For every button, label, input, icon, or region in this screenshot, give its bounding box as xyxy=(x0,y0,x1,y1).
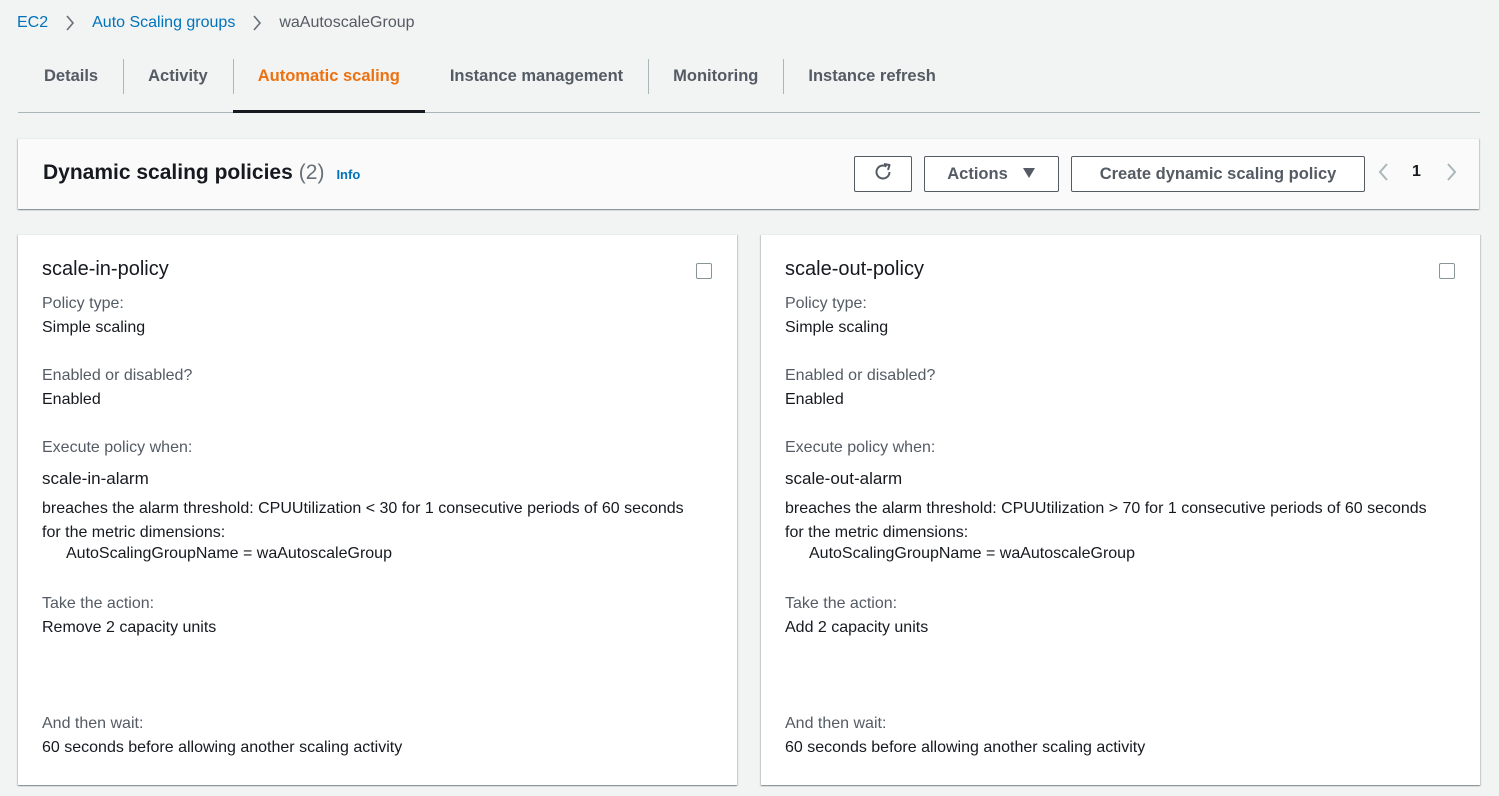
tab-automatic-scaling[interactable]: Automatic scaling xyxy=(232,56,425,113)
wait-value: 60 seconds before allowing another scali… xyxy=(785,739,1146,756)
chevron-right-icon xyxy=(1446,162,1458,187)
alarm-dimension: AutoScalingGroupName = waAutoscaleGroup xyxy=(66,545,392,562)
then-wait-label: And then wait: xyxy=(42,715,144,732)
caret-down-icon xyxy=(1022,165,1036,184)
take-action-label: Take the action: xyxy=(785,595,898,612)
alarm-dimension: AutoScalingGroupName = waAutoscaleGroup xyxy=(809,545,1135,562)
execute-when-label: Execute policy when: xyxy=(42,439,193,456)
chevron-left-icon xyxy=(1377,162,1389,187)
policy-select-checkbox[interactable] xyxy=(696,263,712,279)
alarm-threshold: breaches the alarm threshold: CPUUtiliza… xyxy=(785,500,1427,541)
enabled-label: Enabled or disabled? xyxy=(42,367,193,384)
wait-value: 60 seconds before allowing another scali… xyxy=(42,739,403,756)
tab-label: Instance management xyxy=(449,66,624,85)
page-title: Dynamic scaling policies (2) Info xyxy=(43,161,360,185)
tab-bar: Details Activity Automatic scaling Insta… xyxy=(18,56,1480,113)
tab-instance-management[interactable]: Instance management xyxy=(425,56,648,112)
create-dynamic-scaling-policy-button[interactable]: Create dynamic scaling policy xyxy=(1071,156,1365,192)
then-wait-label: And then wait: xyxy=(785,715,887,732)
breadcrumb: EC2 Auto Scaling groups waAutoscaleGroup xyxy=(17,12,415,34)
policy-type-value: Simple scaling xyxy=(42,319,146,336)
breadcrumb-ec2-link[interactable]: EC2 xyxy=(17,14,48,32)
pagination-previous-button[interactable] xyxy=(1375,162,1391,187)
policy-card-scale-in: scale-in-policy Policy type: Simple scal… xyxy=(18,234,737,785)
action-value: Add 2 capacity units xyxy=(785,619,929,636)
policy-count: (2) xyxy=(298,161,325,184)
tab-details[interactable]: Details xyxy=(18,56,123,112)
breadcrumb-current: waAutoscaleGroup xyxy=(279,14,415,31)
refresh-icon xyxy=(873,162,893,187)
enabled-value: Enabled xyxy=(785,391,844,408)
execute-when-label: Execute policy when: xyxy=(785,439,936,456)
pagination-next-button[interactable] xyxy=(1444,162,1460,187)
info-link[interactable]: Info xyxy=(336,167,360,182)
breadcrumb-auto-scaling-groups-link[interactable]: Auto Scaling groups xyxy=(92,14,235,32)
pagination-page-1[interactable]: 1 xyxy=(1412,163,1421,181)
tab-label: Details xyxy=(44,66,99,85)
enabled-label: Enabled or disabled? xyxy=(785,367,936,384)
policy-name: scale-out-policy xyxy=(785,258,924,280)
actions-dropdown-button[interactable]: Actions xyxy=(924,156,1059,192)
alarm-name: scale-out-alarm xyxy=(785,469,903,488)
chevron-right-icon xyxy=(235,15,279,31)
tab-label: Automatic scaling xyxy=(257,66,400,85)
tab-label: Activity xyxy=(148,66,208,85)
actions-label: Actions xyxy=(947,164,1008,183)
refresh-button[interactable] xyxy=(854,156,912,192)
tab-monitoring[interactable]: Monitoring xyxy=(648,56,783,112)
action-value: Remove 2 capacity units xyxy=(42,619,217,636)
take-action-label: Take the action: xyxy=(42,595,155,612)
tab-label: Monitoring xyxy=(673,66,759,85)
panel-title-text: Dynamic scaling policies xyxy=(43,161,293,184)
alarm-threshold: breaches the alarm threshold: CPUUtiliza… xyxy=(42,500,684,541)
tab-label: Instance refresh xyxy=(808,66,936,85)
policy-name: scale-in-policy xyxy=(42,258,169,280)
policy-type-label: Policy type: xyxy=(785,295,867,312)
tab-activity[interactable]: Activity xyxy=(123,56,233,112)
enabled-value: Enabled xyxy=(42,391,101,408)
policy-select-checkbox[interactable] xyxy=(1439,263,1455,279)
chevron-right-icon xyxy=(48,15,92,31)
alarm-name: scale-in-alarm xyxy=(42,469,149,488)
tab-instance-refresh[interactable]: Instance refresh xyxy=(783,56,960,112)
policy-card-scale-out: scale-out-policy Policy type: Simple sca… xyxy=(761,234,1480,785)
policy-type-label: Policy type: xyxy=(42,295,124,312)
policy-type-value: Simple scaling xyxy=(785,319,889,336)
dynamic-scaling-policies-header: Dynamic scaling policies (2) Info Action… xyxy=(18,138,1479,209)
